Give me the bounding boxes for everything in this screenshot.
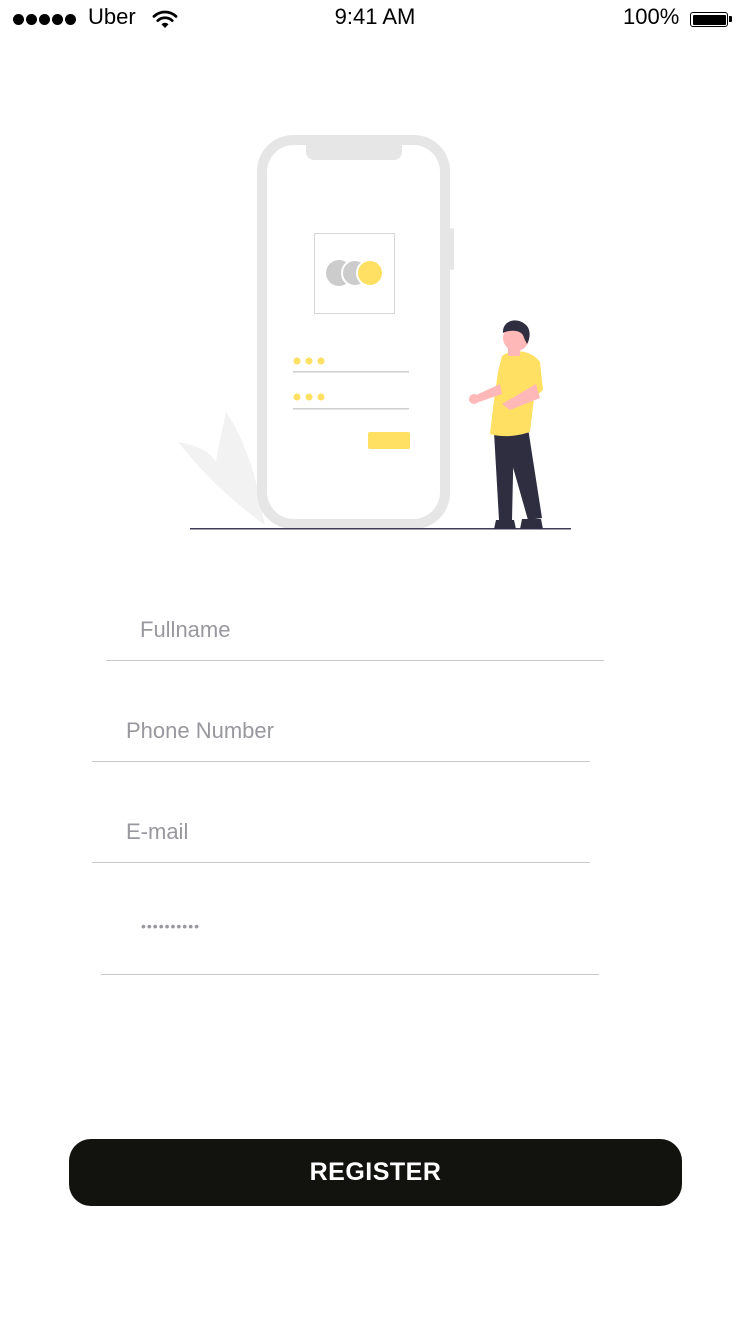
battery-icon: [690, 12, 732, 27]
password-field[interactable]: ••••••••••: [101, 892, 599, 975]
email-field: [92, 802, 590, 863]
registration-illustration: [178, 135, 571, 530]
phone-field: [92, 701, 590, 762]
fullname-field: [106, 600, 604, 661]
battery-percentage: 100%: [623, 4, 680, 29]
fullname-input[interactable]: [140, 600, 598, 660]
status-bar: Uber 9:41 AM 100%: [0, 0, 750, 40]
password-input[interactable]: ••••••••••: [141, 918, 200, 934]
register-button[interactable]: REGISTER: [69, 1139, 682, 1206]
email-input[interactable]: [126, 802, 584, 862]
phone-illustration: [257, 135, 454, 529]
person-illustration: [469, 320, 543, 529]
leaf-decoration: [178, 412, 265, 525]
phone-number-input[interactable]: [126, 701, 584, 761]
